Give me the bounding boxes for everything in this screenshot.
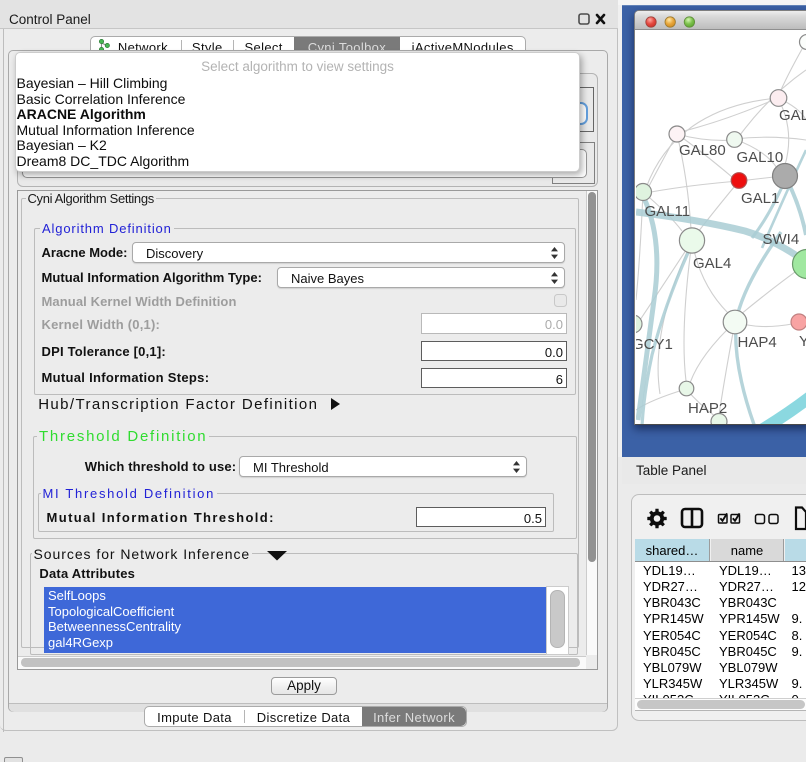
svg-text:Y: Y	[799, 333, 806, 350]
svg-text:GCY1: GCY1	[636, 336, 673, 353]
svg-text:GAL2: GAL2	[779, 107, 806, 124]
svg-text:GAL11: GAL11	[645, 203, 691, 220]
svg-text:GAL10: GAL10	[737, 149, 784, 166]
svg-text:SWI4: SWI4	[763, 231, 800, 248]
svg-text:HAP2: HAP2	[688, 400, 727, 417]
svg-text:GAL4: GAL4	[693, 255, 731, 272]
svg-text:GAL1: GAL1	[741, 190, 779, 207]
svg-text:GAL80: GAL80	[679, 142, 726, 159]
svg-text:HAP4: HAP4	[738, 334, 777, 351]
